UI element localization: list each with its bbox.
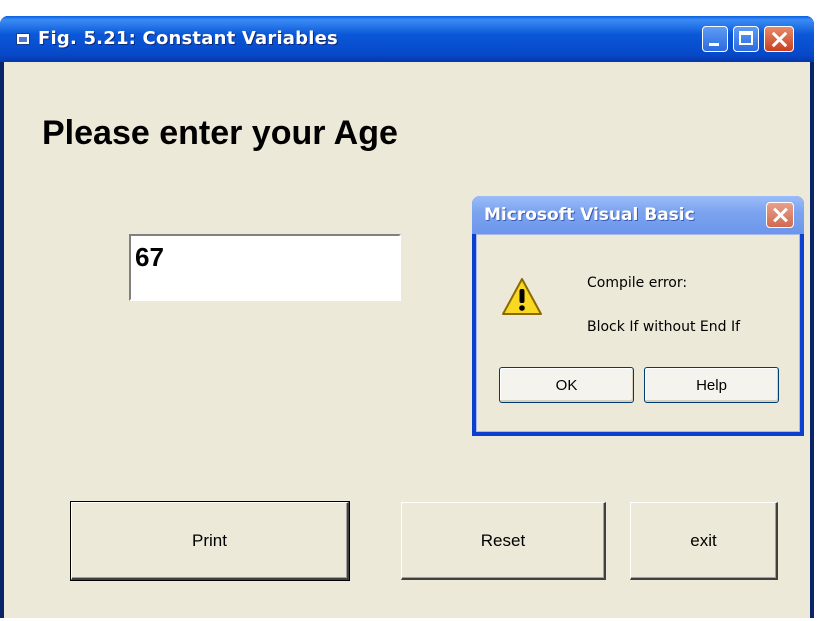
age-input[interactable]: 67 — [129, 234, 401, 301]
exit-button[interactable]: exit — [630, 502, 778, 580]
app-icon — [16, 33, 30, 45]
warning-icon — [502, 278, 542, 315]
ok-button[interactable]: OK — [499, 367, 634, 403]
help-button[interactable]: Help — [644, 367, 779, 403]
reset-button[interactable]: Reset — [401, 502, 606, 580]
close-button[interactable] — [764, 26, 794, 52]
dialog-message-heading: Compile error: — [587, 275, 688, 291]
error-dialog: Microsoft Visual Basic Compile error: Bl… — [472, 196, 804, 436]
dialog-title: Microsoft Visual Basic — [484, 205, 695, 225]
window-title: Fig. 5.21: Constant Variables — [38, 28, 338, 49]
page-title: Please enter your Age — [42, 114, 398, 152]
maximize-button[interactable] — [733, 26, 759, 52]
window-titlebar[interactable]: Fig. 5.21: Constant Variables — [0, 16, 814, 62]
minimize-button[interactable] — [702, 26, 728, 52]
dialog-message-detail: Block If without End If — [587, 319, 741, 335]
dialog-body: Compile error: Block If without End If O… — [476, 234, 800, 432]
dialog-titlebar[interactable]: Microsoft Visual Basic — [472, 196, 804, 234]
dialog-close-button[interactable] — [766, 202, 794, 228]
print-button[interactable]: Print — [70, 501, 350, 581]
